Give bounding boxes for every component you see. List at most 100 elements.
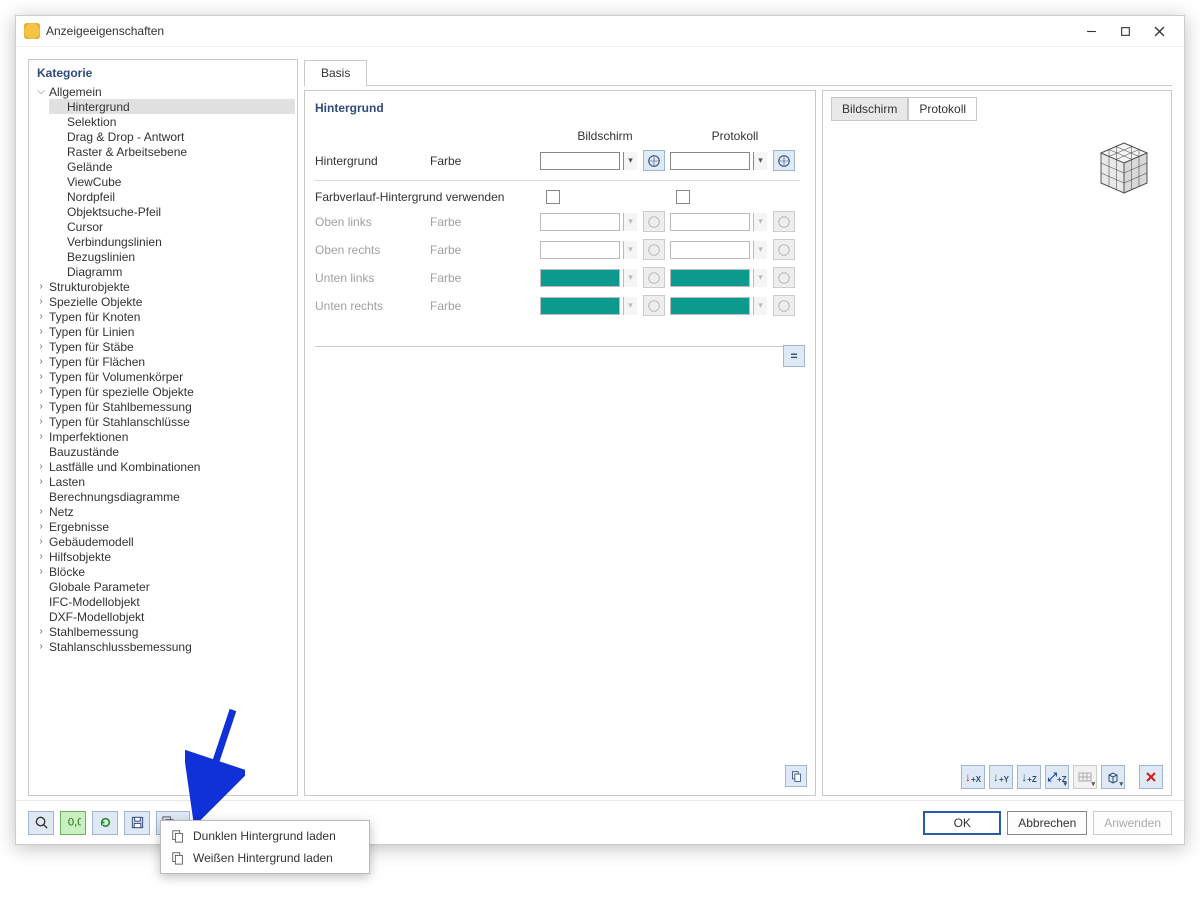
- maximize-button[interactable]: [1108, 20, 1142, 42]
- row-br-label: Unten rechts: [315, 299, 430, 313]
- gradient-screen-checkbox[interactable]: [546, 190, 560, 204]
- col-bildschirm: Bildschirm: [540, 129, 670, 143]
- bl-screen-color: [540, 269, 620, 287]
- tl-proto-color: [670, 213, 750, 231]
- tree-item[interactable]: Verbindungslinien: [49, 234, 295, 249]
- col-protokoll: Protokoll: [670, 129, 800, 143]
- row-bl-label: Unten links: [315, 271, 430, 285]
- close-button[interactable]: [1142, 20, 1176, 42]
- view-toolbar: ↓+X ↓+Y ↓+Z ⤢+Z▾ ▾ ▾: [961, 765, 1163, 789]
- tree-item[interactable]: Objektsuche-Pfeil: [49, 204, 295, 219]
- window-title: Anzeigeeigenschaften: [46, 24, 164, 38]
- tr-screen-picker-icon: [643, 239, 665, 260]
- document-icon: [171, 829, 185, 843]
- gradient-proto-checkbox[interactable]: [676, 190, 690, 204]
- tree-item[interactable]: ›Typen für spezielle Objekte: [31, 384, 295, 399]
- tr-proto-color: [670, 241, 750, 259]
- bl-proto-color: [670, 269, 750, 287]
- equalize-button[interactable]: =: [783, 345, 805, 367]
- tree-item[interactable]: ›Hilfsobjekte: [31, 549, 295, 564]
- copy-settings-button[interactable]: [785, 765, 807, 787]
- view-reset-button[interactable]: [1139, 765, 1163, 789]
- tree-item[interactable]: Diagramm: [49, 264, 295, 279]
- document-icon: [171, 851, 185, 865]
- br-screen-color: [540, 297, 620, 315]
- br-proto-picker-icon: [773, 295, 795, 316]
- save-button[interactable]: [124, 811, 150, 835]
- app-icon: [24, 23, 40, 39]
- tree-item[interactable]: Nordpfeil: [49, 189, 295, 204]
- svg-text:0,00: 0,00: [67, 816, 80, 828]
- bg-proto-color[interactable]: [670, 152, 750, 170]
- bl-screen-picker-icon: [643, 267, 665, 288]
- tl-screen-color: [540, 213, 620, 231]
- tree-item[interactable]: Globale Parameter: [31, 579, 295, 594]
- tree-item[interactable]: ›Ergebnisse: [31, 519, 295, 534]
- main-tabstrip: Basis: [304, 59, 1172, 86]
- tree-item[interactable]: Cursor: [49, 219, 295, 234]
- menu-load-dark-bg[interactable]: Dunklen Hintergrund laden: [161, 825, 369, 847]
- tree-item[interactable]: ›Stahlbemessung: [31, 624, 295, 639]
- tree-item[interactable]: ›Stahlanschlussbemessung: [31, 639, 295, 654]
- br-screen-picker-icon: [643, 295, 665, 316]
- refresh-button[interactable]: [92, 811, 118, 835]
- preset-popup-menu: Dunklen Hintergrund laden Weißen Hinterg…: [160, 820, 370, 874]
- view-cube-button[interactable]: ▾: [1101, 765, 1125, 789]
- tree-item[interactable]: ›Spezielle Objekte: [31, 294, 295, 309]
- view-iso-button[interactable]: ⤢+Z▾: [1045, 765, 1069, 789]
- tab-basis[interactable]: Basis: [304, 60, 367, 86]
- tree-item[interactable]: ›Typen für Stahlbemessung: [31, 399, 295, 414]
- bg-screen-picker-icon[interactable]: [643, 150, 665, 171]
- tree-item[interactable]: ›Typen für Stäbe: [31, 339, 295, 354]
- tree-item[interactable]: ViewCube: [49, 174, 295, 189]
- tree-item[interactable]: ›Typen für Linien: [31, 324, 295, 339]
- tree-item[interactable]: ›Typen für Flächen: [31, 354, 295, 369]
- sidebar-header: Kategorie: [31, 64, 295, 84]
- cancel-button[interactable]: Abbrechen: [1007, 811, 1087, 835]
- tree-item[interactable]: ›Typen für Volumenkörper: [31, 369, 295, 384]
- tree-item[interactable]: ›Gebäudemodell: [31, 534, 295, 549]
- tree-item[interactable]: DXF-Modellobjekt: [31, 609, 295, 624]
- tree-item[interactable]: ›Netz: [31, 504, 295, 519]
- units-button[interactable]: 0,00: [60, 811, 86, 835]
- tree-item[interactable]: ⌵Allgemein: [31, 84, 295, 99]
- row-tr-label: Oben rechts: [315, 243, 430, 257]
- tree-item[interactable]: Bauzustände: [31, 444, 295, 459]
- bl-proto-picker-icon: [773, 267, 795, 288]
- tree-item[interactable]: Drag & Drop - Antwort: [49, 129, 295, 144]
- bg-proto-picker-icon[interactable]: [773, 150, 795, 171]
- search-button[interactable]: [28, 811, 54, 835]
- bg-screen-dropdown[interactable]: ▾: [623, 152, 637, 170]
- tree-item[interactable]: Gelände: [49, 159, 295, 174]
- ok-button[interactable]: OK: [923, 811, 1001, 835]
- view-y-button[interactable]: ↓+Y: [989, 765, 1013, 789]
- view-x-button[interactable]: ↓+X: [961, 765, 985, 789]
- section-title: Hintergrund: [315, 101, 805, 115]
- bg-screen-color[interactable]: [540, 152, 620, 170]
- tree-item[interactable]: Raster & Arbeitsebene: [49, 144, 295, 159]
- tree-item[interactable]: ›Lastfälle und Kombinationen: [31, 459, 295, 474]
- tree-item[interactable]: ›Typen für Knoten: [31, 309, 295, 324]
- tree-item[interactable]: Selektion: [49, 114, 295, 129]
- tree-item[interactable]: ›Imperfektionen: [31, 429, 295, 444]
- minimize-button[interactable]: [1074, 20, 1108, 42]
- tree-item[interactable]: Bezugslinien: [49, 249, 295, 264]
- view-grid-button[interactable]: ▾: [1073, 765, 1097, 789]
- preview-tab-bildschirm[interactable]: Bildschirm: [831, 97, 908, 121]
- preview-tab-protokoll[interactable]: Protokoll: [908, 97, 977, 121]
- tree-item[interactable]: Hintergrund: [49, 99, 295, 114]
- dialog-window: Anzeigeeigenschaften Kategorie ⌵Allgemei…: [15, 15, 1185, 845]
- category-sidebar[interactable]: Kategorie ⌵AllgemeinHintergrundSelektion…: [28, 59, 298, 796]
- tree-item[interactable]: ›Blöcke: [31, 564, 295, 579]
- tree-item[interactable]: ›Typen für Stahlanschlüsse: [31, 414, 295, 429]
- row-gradient-label: Farbverlauf-Hintergrund verwenden: [315, 190, 540, 204]
- tree-item[interactable]: Berechnungsdiagramme: [31, 489, 295, 504]
- menu-load-white-bg[interactable]: Weißen Hintergrund laden: [161, 847, 369, 869]
- bg-proto-dropdown[interactable]: ▾: [753, 152, 767, 170]
- row-background-label: Hintergrund: [315, 154, 430, 168]
- viewcube-icon[interactable]: [1091, 135, 1157, 195]
- tree-item[interactable]: IFC-Modellobjekt: [31, 594, 295, 609]
- view-z-button[interactable]: ↓+Z: [1017, 765, 1041, 789]
- tree-item[interactable]: ›Lasten: [31, 474, 295, 489]
- tree-item[interactable]: ›Strukturobjekte: [31, 279, 295, 294]
